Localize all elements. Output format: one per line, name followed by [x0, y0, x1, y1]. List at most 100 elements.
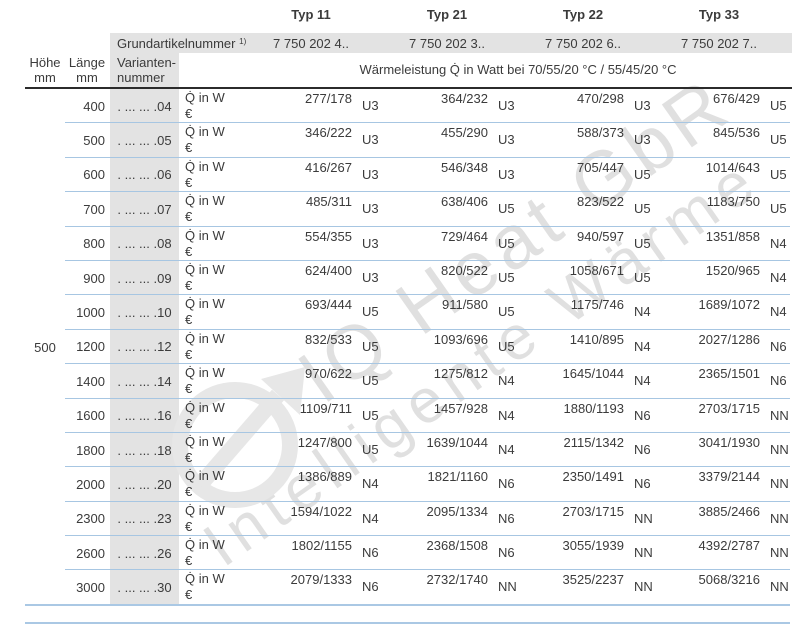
- typ21-watt-value: 1821/1160: [427, 469, 489, 485]
- typ22-watt-value: 1880/1193: [563, 400, 625, 416]
- row-unit-labels: Q̇ in W €: [185, 400, 225, 432]
- q-in-w-label: Q̇ in W: [185, 227, 225, 243]
- table-body: 400 . ... ... .04 Q̇ in W € 277/178 U3 3…: [0, 89, 805, 605]
- grund-number-typ21: 7 750 202 3..: [409, 36, 485, 51]
- typ11-watt-value: 1386/889: [297, 469, 352, 485]
- typ33-code: NN: [770, 545, 789, 561]
- variant-number-cell: . ... ... .30: [117, 580, 172, 596]
- grund-number-typ22: 7 750 202 6..: [545, 36, 621, 51]
- typ33-watt-value: 1014/643: [705, 159, 760, 175]
- table-row: 1600 . ... ... .16 Q̇ in W € 1109/711 U5…: [0, 399, 805, 433]
- variant-number-cell: . ... ... .18: [117, 442, 172, 458]
- row-unit-labels: Q̇ in W €: [185, 537, 225, 569]
- typ21-watt-value: 1457/928: [433, 400, 488, 416]
- typ22-watt-value: 2115/1342: [563, 434, 625, 450]
- typ33-watt-value: 676/429: [713, 91, 760, 106]
- typ21-watt-value: 2095/1334: [426, 503, 488, 519]
- variant-number-cell: . ... ... .12: [117, 339, 172, 355]
- typ21-watt-value: 2368/1508: [426, 538, 488, 554]
- q-in-w-label: Q̇ in W: [185, 296, 225, 312]
- typ11-watt-value: 693/444: [305, 297, 352, 313]
- q-in-w-label: Q̇ in W: [185, 261, 225, 277]
- typ33-code: NN: [770, 441, 789, 457]
- typ33-code: NN: [770, 579, 789, 595]
- euro-label: €: [185, 106, 193, 121]
- table-row: 1000 . ... ... .10 Q̇ in W € 693/444 U5 …: [0, 295, 805, 330]
- typ21-header: Typ 21: [426, 7, 468, 22]
- hoehe-column-header: Höhe mm: [25, 55, 65, 85]
- variant-header-line2: nummer: [117, 70, 165, 85]
- variant-number-cell: . ... ... .06: [117, 167, 172, 183]
- table-row: 1800 . ... ... .18 Q̇ in W € 1247/800 U5…: [0, 433, 805, 468]
- typ33-code: N6: [770, 338, 787, 354]
- euro-label: €: [185, 174, 193, 190]
- grundartikelnummer-label: Grundartikelnummer 1): [117, 36, 246, 51]
- typ21-watt-value: 364/232: [441, 91, 488, 106]
- row-unit-labels: Q̇ in W €: [185, 262, 225, 294]
- euro-label: €: [185, 140, 193, 156]
- euro-label: €: [185, 553, 193, 569]
- typ22-watt-value: 1058/671: [569, 262, 624, 278]
- q-in-w-label: Q̇ in W: [185, 90, 225, 105]
- row-unit-labels: Q̇ in W €: [185, 468, 225, 500]
- table-row: 3000 . ... ... .30 Q̇ in W € 2079/1333 N…: [0, 570, 805, 604]
- q-in-w-label: Q̇ in W: [185, 399, 225, 415]
- row-unit-labels: Q̇ in W €: [185, 90, 225, 122]
- typ33-watt-value: 2365/1501: [698, 366, 760, 382]
- typ21-watt-value: 1093/696: [433, 331, 488, 347]
- footnote-marker: 1): [239, 37, 247, 46]
- euro-label: €: [185, 277, 193, 293]
- typ33-code: U5: [770, 98, 787, 113]
- euro-label: €: [185, 484, 193, 500]
- row-unit-labels: Q̇ in W €: [185, 571, 225, 603]
- laenge-column-header: Länge mm: [64, 55, 110, 85]
- table-row: 2600 . ... ... .26 Q̇ in W € 1802/1155 N…: [0, 536, 805, 571]
- row-unit-labels: Q̇ in W €: [185, 193, 225, 225]
- typ11-watt-value: 485/311: [305, 194, 352, 210]
- typ11-watt-value: 1802/1155: [291, 538, 353, 554]
- typ33-watt-value: 5068/3216: [698, 572, 760, 588]
- typ21-watt-value: 729/464: [441, 228, 488, 244]
- typ22-watt-value: 588/373: [577, 125, 624, 141]
- typ22-watt-value: 940/597: [577, 228, 624, 244]
- typ33-header: Typ 33: [698, 7, 740, 22]
- row-unit-labels: Q̇ in W €: [185, 228, 225, 260]
- footer-divider: [25, 622, 790, 624]
- typ21-watt-value: 1639/1044: [426, 434, 488, 450]
- typ33-watt-value: 3885/2466: [698, 503, 760, 519]
- hoehe-value: 500: [34, 339, 56, 355]
- variant-number-cell: . ... ... .23: [117, 511, 172, 527]
- typ22-watt-value: 705/447: [577, 159, 624, 175]
- euro-label: €: [185, 346, 193, 362]
- variant-number-cell: . ... ... .20: [117, 476, 172, 492]
- typ22-watt-value: 3055/1939: [562, 538, 624, 554]
- q-in-w-label: Q̇ in W: [185, 571, 225, 587]
- typ21-watt-value: 455/290: [441, 125, 488, 141]
- table-row: 1400 . ... ... .14 Q̇ in W € 970/622 U5 …: [0, 364, 805, 399]
- grund-number-typ11: 7 750 202 4..: [273, 36, 349, 51]
- q-in-w-label: Q̇ in W: [185, 502, 225, 518]
- laenge-header-line1: Länge: [68, 55, 106, 70]
- typ21-watt-value: 820/522: [441, 262, 488, 278]
- table-row: 800 . ... ... .08 Q̇ in W € 554/355 U3 7…: [0, 227, 805, 261]
- typ22-watt-value: 2350/1491: [562, 469, 624, 485]
- typ11-watt-value: 970/622: [305, 366, 352, 382]
- row-unit-labels: Q̇ in W €: [185, 434, 225, 466]
- row-unit-labels: Q̇ in W €: [185, 296, 225, 328]
- hoehe-header-line2: mm: [34, 70, 56, 85]
- variant-header-line1: Varianten-: [117, 55, 177, 70]
- typ33-code: NN: [770, 510, 789, 526]
- typ33-watt-value: 845/536: [713, 125, 760, 141]
- variant-number-cell: . ... ... .14: [117, 373, 172, 389]
- euro-label: €: [185, 449, 193, 465]
- euro-label: €: [185, 587, 193, 603]
- typ33-code: U5: [770, 132, 787, 148]
- variant-column-header: Varianten- nummer: [117, 55, 176, 85]
- variant-number-cell: . ... ... .04: [117, 98, 172, 114]
- table-row: 400 . ... ... .04 Q̇ in W € 277/178 U3 3…: [0, 89, 805, 124]
- performance-header: Wärmeleistung Q̇ in Watt bei 70/55/20 °C…: [359, 62, 677, 77]
- typ11-watt-value: 1109/711: [299, 400, 352, 416]
- typ22-header: Typ 22: [562, 7, 604, 22]
- table-row: 2000 . ... ... .20 Q̇ in W € 1386/889 N4…: [0, 467, 805, 502]
- typ11-watt-value: 554/355: [305, 228, 352, 244]
